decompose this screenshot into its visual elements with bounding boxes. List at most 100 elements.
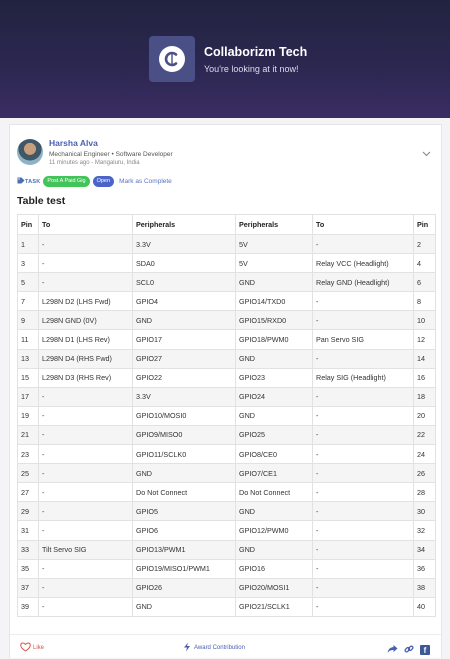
pin-cell: 25 bbox=[17, 463, 39, 484]
peripheral-cell: GPIO18/PWM0 bbox=[235, 329, 313, 350]
peripheral-cell: SCL0 bbox=[132, 272, 236, 293]
to-cell: - bbox=[312, 539, 414, 560]
to-cell: L298N GND (0V) bbox=[38, 310, 133, 331]
like-button[interactable]: Like bbox=[20, 642, 44, 654]
peripheral-cell: GPIO27 bbox=[132, 348, 236, 369]
table-row: 9 L298N GND (0V) GND GPIO15/RXD0-10 bbox=[17, 310, 436, 331]
peripheral-cell: GPIO6 bbox=[132, 520, 236, 541]
peripheral-cell: Do Not Connect bbox=[235, 482, 313, 503]
pin-cell: 12 bbox=[413, 329, 436, 350]
peripheral-cell: GPIO4 bbox=[132, 291, 236, 312]
peripheral-cell: GPIO11/SCLK0 bbox=[132, 444, 236, 465]
pin-cell: 3 bbox=[17, 253, 39, 274]
like-label: Like bbox=[33, 645, 45, 651]
to-cell: - bbox=[312, 463, 414, 484]
table-row: 5- SCL0 GND Relay GND (Headlight) 6 bbox=[17, 272, 436, 293]
pin-cell: 15 bbox=[17, 367, 39, 388]
peripheral-cell: GND bbox=[235, 539, 313, 560]
peripheral-cell: GPIO14/TXD0 bbox=[235, 291, 313, 312]
peripheral-cell: GND bbox=[235, 501, 313, 522]
peripheral-cell: GPIO9/MISO0 bbox=[132, 424, 236, 446]
chevron-down-icon[interactable] bbox=[422, 144, 431, 162]
pin-cell: 24 bbox=[413, 444, 436, 465]
award-contribution-button[interactable]: Award Contribution bbox=[182, 642, 245, 654]
to-cell: Tilt Servo SIG bbox=[38, 539, 133, 560]
pin-cell: 18 bbox=[413, 386, 436, 407]
column-header: To bbox=[312, 214, 414, 235]
post-card: Harsha Alva Mechanical Engineer • Softwa… bbox=[9, 124, 442, 658]
pin-cell: 16 bbox=[413, 367, 436, 388]
to-cell: L298N D4 (RHS Fwd) bbox=[38, 348, 133, 369]
pin-cell: 39 bbox=[17, 596, 39, 617]
pin-cell: 13 bbox=[17, 348, 39, 369]
to-cell: - bbox=[312, 596, 414, 617]
to-cell: - bbox=[38, 253, 133, 274]
pin-cell: 7 bbox=[17, 291, 39, 312]
mark-complete-link[interactable]: Mark as Complete bbox=[119, 178, 172, 185]
peripheral-cell: 3.3V bbox=[132, 386, 236, 407]
award-icon bbox=[182, 642, 192, 654]
to-cell: - bbox=[312, 405, 414, 426]
table-row: 27- Do Not Connect Do Not Connect -28 bbox=[17, 482, 436, 503]
peripheral-cell: GPIO25 bbox=[235, 424, 313, 446]
pin-cell: 9 bbox=[17, 310, 39, 331]
table-row: 3- SDA0 5V Relay VCC (Headlight) 4 bbox=[17, 253, 436, 274]
to-cell: Relay SIG (Headlight) bbox=[312, 367, 414, 388]
post-paid-gig-button[interactable]: Post A Paid Gig bbox=[43, 176, 90, 187]
pin-cell: 26 bbox=[413, 463, 436, 484]
to-cell: - bbox=[38, 596, 133, 617]
pin-cell: 32 bbox=[413, 520, 436, 541]
peripheral-cell: 3.3V bbox=[132, 233, 236, 255]
brand[interactable]: Collaborizm Tech You're looking at it no… bbox=[149, 36, 307, 82]
to-cell: - bbox=[38, 405, 133, 426]
to-cell: - bbox=[38, 463, 133, 484]
pin-cell: 5 bbox=[17, 272, 39, 293]
to-cell: - bbox=[38, 501, 133, 522]
table-row: 15 L298N D3 (RHS Rev) GPIO22 GPIO23 Relay SI… bbox=[17, 367, 436, 388]
author-name[interactable]: Harsha Alva bbox=[49, 138, 173, 148]
pin-cell: 27 bbox=[17, 482, 39, 503]
task-label: TASK bbox=[25, 178, 41, 185]
header-banner: Collaborizm Tech You're looking at it no… bbox=[0, 0, 450, 118]
pin-cell: 21 bbox=[17, 424, 39, 446]
pin-cell: 31 bbox=[17, 520, 39, 541]
task-tag[interactable]: TASK bbox=[17, 177, 40, 186]
table-row: 25- GND GPIO7/CE1-26 bbox=[17, 463, 436, 484]
to-cell: - bbox=[312, 233, 414, 255]
to-cell: - bbox=[312, 424, 414, 446]
link-icon[interactable] bbox=[404, 641, 414, 659]
pin-cell: 19 bbox=[17, 405, 39, 426]
share-icon[interactable] bbox=[387, 641, 398, 659]
pin-cell: 37 bbox=[17, 577, 39, 598]
table-row: 7 L298N D2 (LHS Fwd) GPIO4 GPIO14/TXD0-8 bbox=[17, 291, 436, 312]
peripheral-cell: GPIO10/MOSI0 bbox=[132, 405, 236, 426]
avatar[interactable] bbox=[17, 139, 43, 165]
to-cell: Relay GND (Headlight) bbox=[312, 272, 414, 293]
column-header: Pin bbox=[413, 214, 436, 235]
pin-cell: 30 bbox=[413, 501, 436, 522]
peripheral-cell: GPIO7/CE1 bbox=[235, 463, 313, 484]
collaborizm-logo-icon bbox=[149, 36, 195, 82]
column-header: Peripherals bbox=[132, 214, 236, 235]
peripheral-cell: 5V bbox=[235, 253, 313, 274]
author-role: Mechanical Engineer • Software Developer bbox=[49, 151, 173, 158]
table-row: 21- GPIO9/MISO0 GPIO25-22 bbox=[17, 424, 436, 446]
table-row: 1-3.3V 5V -2 bbox=[17, 233, 436, 255]
pin-cell: 6 bbox=[413, 272, 436, 293]
author-meta: 11 minutes ago - Mangaluru, India bbox=[49, 160, 140, 166]
to-cell: - bbox=[38, 386, 133, 407]
peripheral-cell: GND bbox=[132, 463, 236, 484]
to-cell: - bbox=[312, 520, 414, 541]
peripheral-cell: GND bbox=[235, 405, 313, 426]
peripheral-cell: GPIO19/MISO1/PWM1 bbox=[132, 558, 236, 579]
facebook-icon[interactable]: f bbox=[420, 645, 430, 655]
pin-cell: 36 bbox=[413, 558, 436, 579]
to-cell: L298N D3 (RHS Rev) bbox=[38, 367, 133, 388]
status-badge[interactable]: Open bbox=[92, 176, 115, 187]
to-cell: - bbox=[38, 577, 133, 598]
table-row: 29- GPIO5 GND -30 bbox=[17, 501, 436, 522]
peripheral-cell: GPIO23 bbox=[235, 367, 313, 388]
table-row: 13 L298N D4 (RHS Fwd) GPIO27 GND -14 bbox=[17, 348, 436, 369]
pin-cell: 11 bbox=[17, 329, 39, 350]
table-row: 33 Tilt Servo SIG GPIO13/PWM1 GND -34 bbox=[17, 539, 436, 560]
